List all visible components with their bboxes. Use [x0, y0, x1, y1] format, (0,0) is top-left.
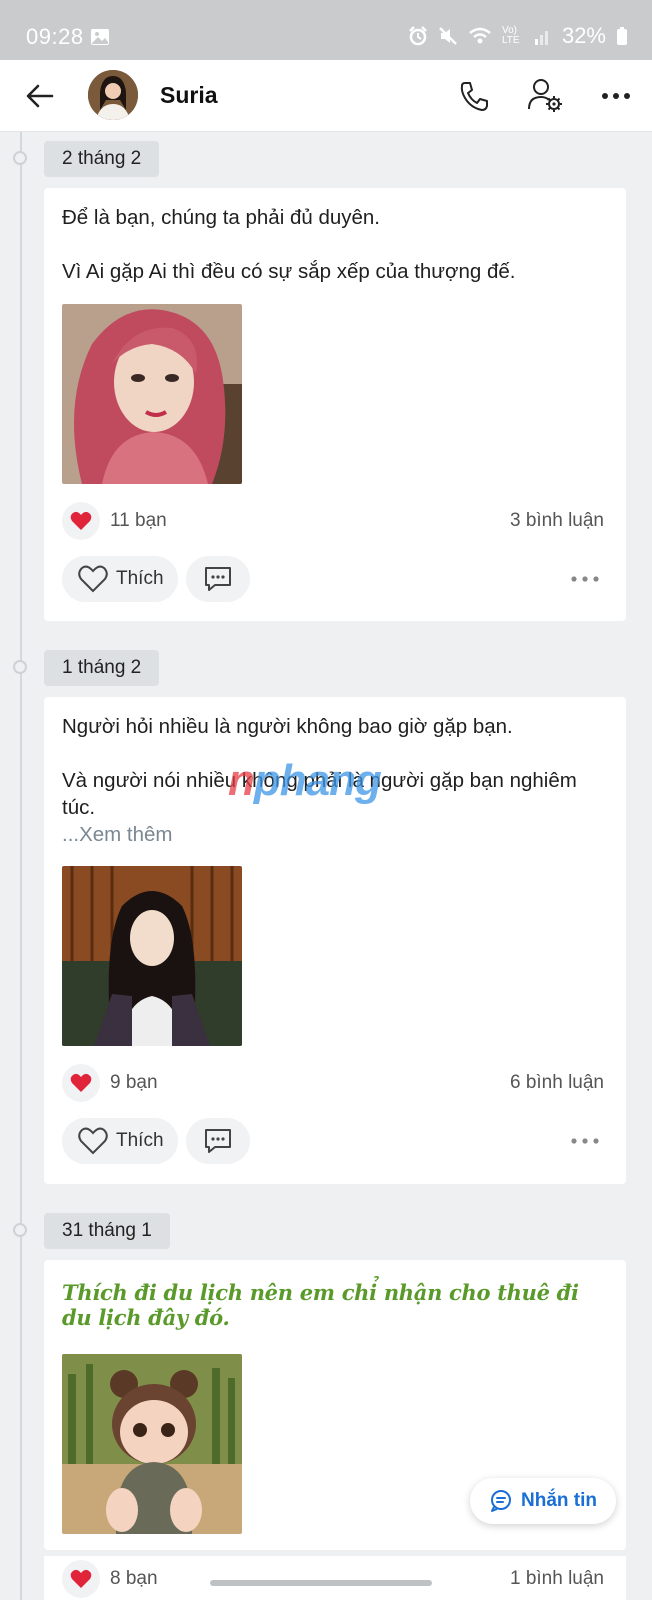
battery-percent: 32% — [561, 23, 606, 48]
send-message-button[interactable]: Nhắn tin — [470, 1478, 616, 1524]
post-actions: Thích — [44, 556, 626, 606]
post-line: Người hỏi nhiều là người không bao giờ g… — [62, 715, 513, 738]
see-more-link[interactable]: ...Xem thêm — [62, 821, 608, 848]
like-button[interactable]: Thích — [62, 1118, 178, 1164]
post-text: Để là bạn, chúng ta phải đủ duyên. Vì Ai… — [44, 188, 626, 285]
heart-outline-icon — [78, 565, 108, 593]
back-arrow-icon[interactable] — [22, 78, 58, 114]
gesture-nav-handle[interactable] — [210, 1580, 432, 1586]
status-bar: 09:28 Vo) LTE 32% — [0, 0, 652, 60]
status-time: 09:28 — [26, 24, 84, 49]
battery-icon — [617, 27, 627, 45]
user-settings-icon[interactable] — [526, 76, 564, 114]
like-count[interactable]: 8 bạn — [110, 1568, 158, 1590]
heart-icon — [62, 502, 100, 540]
send-message-label: Nhắn tin — [521, 1490, 597, 1511]
post-line: Vì Ai gặp Ai thì đều có sự sắp xếp của t… — [62, 260, 516, 283]
watermark-part: phang — [253, 756, 382, 805]
image-notification-icon — [91, 29, 109, 45]
post-photo[interactable] — [62, 304, 242, 484]
post-stats: 8 bạn 1 bình luận — [44, 1556, 626, 1600]
heart-outline-icon — [78, 1127, 108, 1155]
comment-count[interactable]: 1 bình luận — [510, 1568, 604, 1590]
timeline-dot — [13, 660, 27, 674]
like-button[interactable]: Thích — [62, 556, 178, 602]
date-label: 1 tháng 2 — [44, 650, 160, 686]
avatar[interactable] — [88, 70, 138, 120]
chat-header: Suria — [0, 60, 652, 132]
wifi-icon — [469, 27, 491, 44]
contact-name[interactable]: Suria — [160, 82, 218, 109]
chat-bubble-icon — [491, 1490, 511, 1512]
comment-button[interactable] — [186, 1118, 250, 1164]
post-line: Để là bạn, chúng ta phải đủ duyên. — [62, 206, 380, 229]
timeline-dot — [13, 1223, 27, 1237]
watermark-part: n — [228, 756, 255, 805]
alarm-icon — [409, 26, 427, 46]
timeline-dot — [13, 151, 27, 165]
like-count[interactable]: 11 bạn — [110, 510, 167, 532]
post-photo[interactable] — [62, 1354, 242, 1534]
heart-icon — [62, 1560, 100, 1598]
comment-count[interactable]: 3 bình luận — [510, 510, 604, 532]
comment-icon — [205, 1129, 231, 1153]
like-count[interactable]: 9 bạn — [110, 1072, 158, 1094]
date-label: 2 tháng 2 — [44, 141, 160, 177]
comment-button[interactable] — [186, 556, 250, 602]
comment-count[interactable]: 6 bình luận — [510, 1072, 604, 1094]
comment-icon — [205, 567, 231, 591]
post-stats: 9 bạn 6 bình luận — [44, 1064, 626, 1104]
signal-icon — [534, 31, 548, 45]
like-label: Thích — [116, 1130, 164, 1151]
post-photo[interactable] — [62, 866, 242, 1046]
mute-icon — [439, 27, 457, 45]
more-icon[interactable] — [598, 82, 634, 110]
watermark-logo: nphang — [228, 756, 382, 806]
date-label: 31 tháng 1 — [44, 1213, 170, 1249]
like-label: Thích — [116, 568, 164, 589]
heart-icon — [62, 1064, 100, 1102]
post-stats: 11 bạn 3 bình luận — [44, 502, 626, 542]
network-label: Vo) LTE — [501, 25, 520, 46]
timeline-line — [20, 132, 22, 1600]
post-styled-text: Thích đi du lịch nên em chỉ nhận cho thu… — [62, 1280, 579, 1330]
phone-icon[interactable] — [456, 78, 492, 114]
post-actions: Thích — [44, 1118, 626, 1168]
post-more-icon[interactable] — [570, 1134, 600, 1148]
post-card[interactable]: Để là bạn, chúng ta phải đủ duyên. Vì Ai… — [44, 188, 626, 621]
post-more-icon[interactable] — [570, 572, 600, 586]
